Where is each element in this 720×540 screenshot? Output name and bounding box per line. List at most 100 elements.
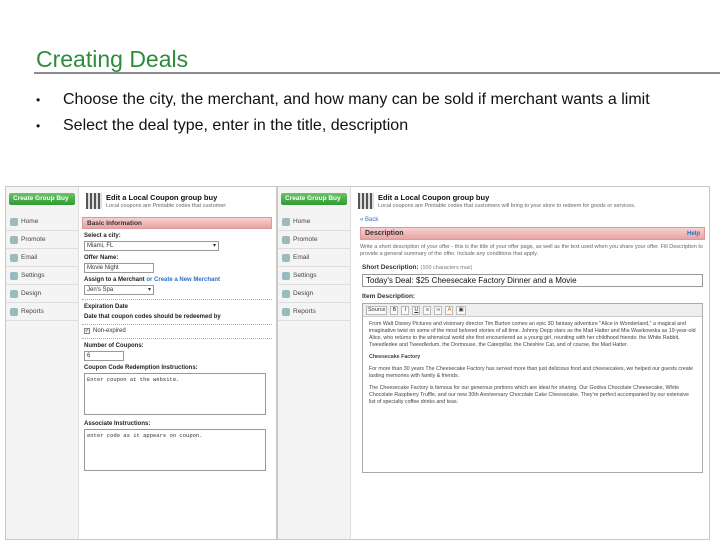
sidebar-item-promote[interactable]: Promote (6, 231, 78, 249)
sidebar-item-settings[interactable]: Settings (278, 267, 350, 285)
short-desc-label: Short Description: (100 characters max) (362, 264, 709, 271)
sidebar-item-label: Home (21, 217, 39, 225)
home-icon (10, 217, 18, 226)
editor-paragraph: Cheesecake Factory (369, 354, 421, 360)
section-title: Description (365, 230, 404, 237)
sidebar-item-label: Email (293, 253, 310, 261)
reports-icon (10, 307, 18, 316)
sidebar: Create Group Buy Home Promote Email Sett… (278, 187, 351, 539)
help-link[interactable]: Help (687, 228, 700, 239)
editor-paragraph: For more than 30 years The Cheesecake Fa… (369, 366, 694, 379)
divider (82, 338, 272, 339)
non-expired-row: ✓ Non-expired (84, 328, 276, 334)
short-desc-hint: (100 characters max) (420, 265, 473, 271)
divider (82, 299, 272, 300)
coupon-icon (86, 193, 102, 209)
link-icon[interactable]: ∞ (434, 305, 443, 315)
list-icon[interactable]: ≡ (423, 305, 432, 315)
design-icon (10, 289, 18, 298)
description-instructions: Write a short description of your offer … (360, 244, 703, 257)
italic-icon[interactable]: I (401, 305, 410, 315)
source-button[interactable]: Source (366, 305, 388, 315)
merchant-label-text: Assign to a Merchant (84, 277, 145, 283)
design-icon (282, 289, 290, 298)
screenshot-basic-info: Create Group Buy Home Promote Email Sett… (5, 186, 277, 540)
rich-text-editor[interactable]: Source B I U ≡ ∞ A ▣ From Walt Disney Pi… (362, 303, 703, 473)
expiration-desc: Date that coupon codes should be redeeme… (84, 314, 221, 320)
section-header: Basic Information (82, 217, 272, 229)
sidebar-item-design[interactable]: Design (278, 285, 350, 303)
redemption-label: Coupon Code Redemption Instructions: (84, 365, 198, 371)
email-icon (282, 253, 290, 262)
associate-textarea[interactable]: enter code as it appears on coupon. (84, 429, 266, 471)
sidebar-item-label: Home (293, 217, 311, 225)
sidebar-item-label: Settings (21, 271, 45, 279)
bullet-item: • Select the deal type, enter in the tit… (36, 116, 696, 136)
offer-name-label: Offer Name: (84, 255, 119, 261)
expiration-label: Expiration Date (84, 304, 129, 310)
sidebar-item-reports[interactable]: Reports (6, 303, 78, 321)
sidebar-item-email[interactable]: Email (278, 249, 350, 267)
create-group-buy-button[interactable]: Create Group Buy (9, 193, 75, 205)
merchant-value: Jen's Spa (87, 287, 114, 293)
chevron-down-icon: ▾ (147, 287, 151, 293)
redemption-textarea[interactable]: Enter coupon at the website. (84, 373, 266, 415)
slide-title: Creating Deals (36, 46, 189, 72)
bullet-list: • Choose the city, the merchant, and how… (36, 90, 696, 142)
sidebar-item-home[interactable]: Home (6, 213, 78, 231)
page-header: Edit a Local Coupon group buy Local coup… (82, 187, 276, 213)
chevron-down-icon: ▾ (212, 243, 216, 249)
sidebar-item-reports[interactable]: Reports (278, 303, 350, 321)
page-title: Edit a Local Coupon group buy (378, 193, 490, 202)
page-title: Edit a Local Coupon group buy (106, 193, 218, 202)
bullet-marker: • (36, 93, 41, 107)
coupon-icon (358, 193, 374, 209)
sidebar-item-label: Design (293, 289, 314, 297)
main-content: Edit a Local Coupon group buy Local coup… (82, 187, 276, 539)
merchant-select[interactable]: Jen's Spa ▾ (84, 285, 154, 295)
promote-icon (282, 235, 290, 244)
back-link[interactable]: « Back (360, 217, 709, 223)
main-content: Edit a Local Coupon group buy Local coup… (354, 187, 709, 539)
city-label: Select a city: (84, 233, 121, 239)
city-select[interactable]: Miami, FL ▾ (84, 241, 219, 251)
bold-icon[interactable]: B (390, 305, 399, 315)
create-merchant-link[interactable]: or Create a New Merchant (146, 277, 220, 283)
sidebar-item-home[interactable]: Home (278, 213, 350, 231)
sidebar-item-promote[interactable]: Promote (278, 231, 350, 249)
email-icon (10, 253, 18, 262)
sidebar-item-settings[interactable]: Settings (6, 267, 78, 285)
bullet-marker: • (36, 119, 41, 133)
num-coupons-input[interactable]: 6 (84, 351, 124, 361)
short-desc-label-text: Short Description: (362, 264, 419, 271)
sidebar-item-label: Design (21, 289, 42, 297)
image-icon[interactable]: ▣ (456, 305, 466, 315)
create-group-buy-button[interactable]: Create Group Buy (281, 193, 347, 205)
editor-body: From Walt Disney Pictures and visionary … (363, 317, 702, 415)
divider (82, 324, 272, 325)
editor-toolbar: Source B I U ≡ ∞ A ▣ (363, 304, 702, 317)
settings-icon (10, 271, 18, 280)
offer-name-input[interactable]: Movie Night (84, 263, 154, 273)
sidebar-item-label: Promote (21, 235, 46, 243)
short-desc-input[interactable]: Today's Deal: $25 Cheesecake Factory Din… (362, 274, 703, 287)
editor-paragraph: The Cheesecake Factory is famous for our… (369, 385, 689, 405)
bullet-item: • Choose the city, the merchant, and how… (36, 90, 696, 110)
text-color-icon[interactable]: A (445, 305, 454, 315)
page-subtitle: Local coupons are Printable codes that c… (106, 203, 226, 209)
title-rule (34, 72, 720, 74)
sidebar-item-label: Email (21, 253, 38, 261)
page-header: Edit a Local Coupon group buy Local coup… (354, 187, 709, 213)
editor-paragraph: From Walt Disney Pictures and visionary … (369, 321, 696, 348)
bullet-text: Select the deal type, enter in the title… (63, 117, 409, 134)
home-icon (282, 217, 290, 226)
underline-icon[interactable]: U (412, 305, 421, 315)
page-subtitle: Local coupons are Printable codes that c… (378, 203, 636, 209)
reports-icon (282, 307, 290, 316)
item-desc-label: Item Description: (362, 293, 416, 300)
section-header: Description Help (360, 227, 705, 240)
merchant-label: Assign to a Merchant or Create a New Mer… (84, 277, 276, 283)
non-expired-checkbox[interactable]: ✓ (84, 328, 90, 334)
sidebar-item-design[interactable]: Design (6, 285, 78, 303)
sidebar-item-email[interactable]: Email (6, 249, 78, 267)
